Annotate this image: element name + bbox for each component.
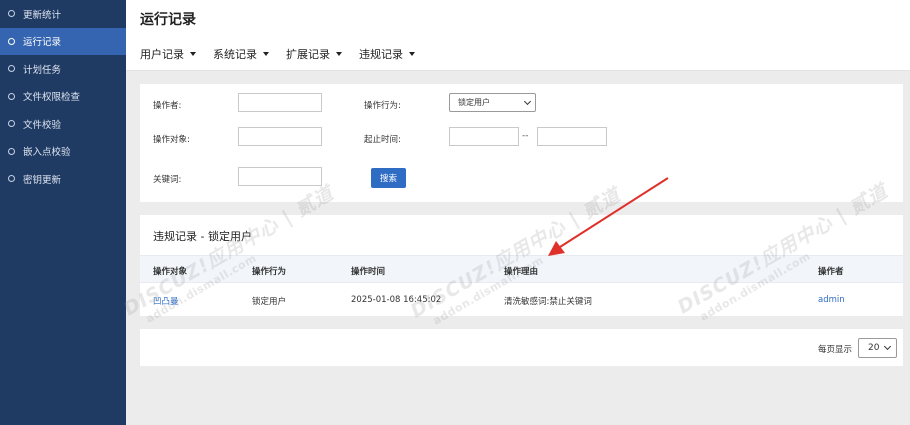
sidebar-item-label: 文件权限检查 [23, 92, 81, 104]
end-time-input[interactable] [537, 127, 607, 146]
per-page-select[interactable]: 20 [858, 338, 897, 358]
column-header-target: 操作对象 [153, 267, 188, 277]
results-panel: 违规记录 - 锁定用户 操作对象 操作行为 操作时间 操作理由 操作者 凹凸曼 … [140, 215, 903, 316]
start-time-input[interactable] [449, 127, 519, 146]
sidebar-item-label: 嵌入点校验 [23, 147, 71, 159]
target-label: 操作对象: [153, 135, 190, 145]
column-header-reason: 操作理由 [504, 267, 539, 277]
sidebar-item-hook-verify[interactable]: 嵌入点校验 [0, 138, 126, 166]
tab-label: 扩展记录 [286, 48, 330, 61]
table-header: 操作对象 操作行为 操作时间 操作理由 操作者 [140, 255, 903, 283]
caret-down-icon [263, 52, 269, 56]
circle-icon [8, 10, 15, 18]
tab-user-log[interactable]: 用户记录 [140, 46, 196, 62]
operator-input[interactable] [238, 93, 322, 112]
sidebar-item-run-log[interactable]: 运行记录 [0, 27, 126, 55]
sidebar: 更新统计 运行记录 计划任务 文件权限检查 文件校验 嵌入点校验 密钥更新 [0, 0, 126, 425]
results-title: 违规记录 - 锁定用户 [153, 230, 252, 243]
sidebar-item-scheduled-tasks[interactable]: 计划任务 [0, 55, 126, 83]
target-user-link[interactable]: 凹凸曼 [153, 295, 179, 307]
circle-icon [8, 37, 15, 45]
target-input[interactable] [238, 127, 322, 146]
reason-cell: 清洗敏感词:禁止关键词 [504, 297, 592, 307]
keyword-label: 关键词: [153, 175, 182, 185]
sidebar-item-key-update[interactable]: 密钥更新 [0, 165, 126, 193]
per-page-label: 每页显示 [818, 345, 853, 355]
action-cell: 锁定用户 [252, 297, 287, 307]
circle-icon [8, 120, 15, 128]
log-type-nav: 用户记录 系统记录 扩展记录 违规记录 [140, 46, 432, 62]
keyword-input[interactable] [238, 167, 322, 186]
time-cell: 2025-01-08 16:45:02 [351, 295, 442, 305]
sidebar-item-update-stats[interactable]: 更新统计 [0, 0, 126, 28]
tab-violation-log[interactable]: 违规记录 [359, 46, 415, 62]
operator-label: 操作者: [153, 101, 182, 111]
tab-label: 用户记录 [140, 48, 184, 61]
circle-icon [8, 175, 15, 183]
page-header: 运行记录 用户记录 系统记录 扩展记录 违规记录 [126, 0, 910, 71]
chevron-down-icon [523, 97, 532, 106]
sidebar-item-label: 密钥更新 [23, 174, 62, 186]
sidebar-item-label: 计划任务 [23, 64, 62, 76]
filter-panel: 操作者: 操作行为: 锁定用户 操作对象: 起止时间: -- 关键词: 搜索 [140, 84, 903, 202]
circle-icon [8, 92, 15, 100]
sidebar-item-label: 更新统计 [23, 9, 62, 21]
action-select-value: 锁定用户 [458, 98, 490, 107]
search-button[interactable]: 搜索 [371, 168, 406, 188]
time-separator: -- [522, 131, 529, 141]
sidebar-item-file-permission-check[interactable]: 文件权限检查 [0, 83, 126, 111]
time-range-label: 起止时间: [364, 135, 401, 145]
caret-down-icon [190, 52, 196, 56]
action-select[interactable]: 锁定用户 [449, 93, 536, 112]
sidebar-item-label: 运行记录 [23, 37, 62, 49]
per-page-value: 20 [868, 343, 880, 353]
action-label: 操作行为: [364, 101, 401, 111]
table-row: 凹凸曼 锁定用户 2025-01-08 16:45:02 清洗敏感词:禁止关键词… [140, 284, 903, 314]
circle-icon [8, 147, 15, 155]
tab-label: 违规记录 [359, 48, 403, 61]
tab-label: 系统记录 [213, 48, 257, 61]
operator-link[interactable]: admin [818, 295, 845, 305]
column-header-operator: 操作者 [818, 267, 844, 277]
column-header-time: 操作时间 [351, 267, 386, 277]
column-header-action: 操作行为 [252, 267, 287, 277]
circle-icon [8, 65, 15, 73]
sidebar-item-file-verify[interactable]: 文件校验 [0, 110, 126, 138]
pagination-bar: 每页显示 20 [140, 329, 903, 366]
tab-system-log[interactable]: 系统记录 [213, 46, 269, 62]
sidebar-item-label: 文件校验 [23, 119, 62, 131]
tab-extension-log[interactable]: 扩展记录 [286, 46, 342, 62]
caret-down-icon [409, 52, 415, 56]
chevron-down-icon [883, 342, 892, 351]
caret-down-icon [336, 52, 342, 56]
page-title: 运行记录 [140, 12, 196, 28]
